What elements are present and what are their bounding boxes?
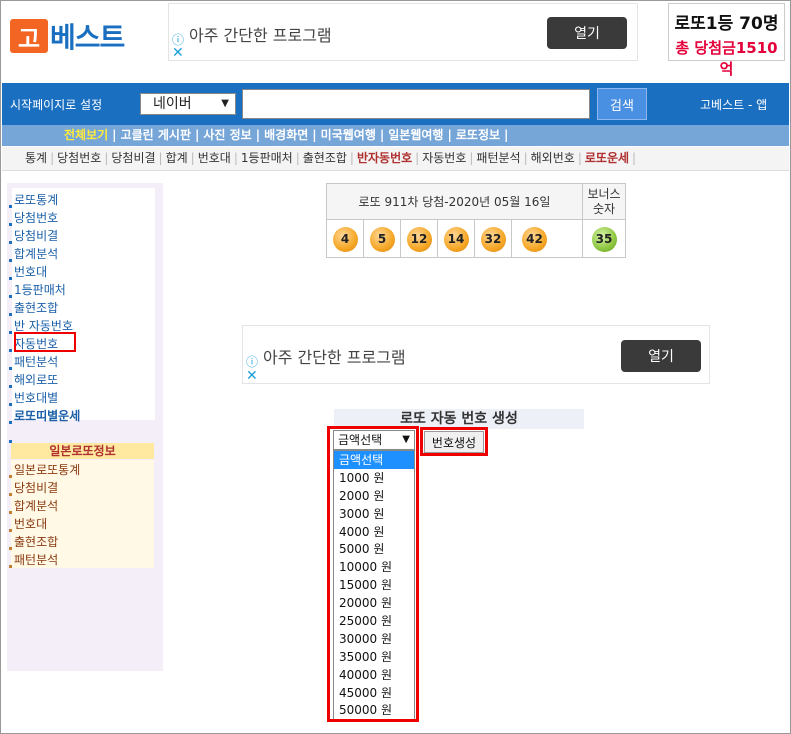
ad-text: 아주 간단한 프로그램: [263, 348, 406, 367]
ball-cell: 14: [438, 220, 475, 258]
menu-item-jp-travel[interactable]: 일본웹여행: [384, 128, 447, 142]
ad-close-icon[interactable]: ✕: [172, 45, 184, 61]
menu-item-wallpaper[interactable]: 배경화면: [260, 128, 312, 142]
ball-cell: 4: [327, 220, 364, 258]
sidebar-jp-stats[interactable]: 일본로또통계: [9, 461, 80, 478]
lotto-ball: 5: [369, 226, 395, 252]
sidebar-jp-sum[interactable]: 합계분석: [9, 497, 58, 514]
submenu-sellers[interactable]: 1등판매처: [238, 151, 296, 165]
chevron-down-icon: ▼: [221, 98, 229, 109]
submenu-ranges[interactable]: 번호대: [195, 151, 234, 165]
submenu-stats[interactable]: 통계: [22, 151, 50, 165]
submenu-sum[interactable]: 합계: [163, 151, 191, 165]
draw-result-table: 로또 911차 당첨-2020년 05월 16일 보너스 숫자 4 5 12 1…: [326, 183, 626, 258]
search-bar: 시작페이지로 설정 네이버 ▼ 검색 고베스트 - 앱: [2, 83, 789, 125]
sidebar-jp-ranges[interactable]: 번호대: [9, 515, 47, 532]
bonus-ball: 35: [591, 226, 617, 252]
menu-item-board[interactable]: 고클린 게시판: [117, 128, 195, 142]
ad-close-icon[interactable]: ✕: [246, 368, 258, 384]
submenu-fortune[interactable]: 로또운세: [582, 151, 632, 165]
generate-button-highlight: [420, 427, 488, 456]
sidebar-item-sellers[interactable]: 1등판매처: [9, 281, 66, 298]
menu-item-photo[interactable]: 사진 정보: [199, 128, 255, 142]
lotto-winner-badge[interactable]: 로또1등 70명 총 당첨금1510억: [668, 3, 785, 78]
app-link[interactable]: 고베스트 - 앱: [700, 96, 767, 113]
sidebar-item-ranges[interactable]: 번호대: [9, 263, 47, 280]
site-logo[interactable]: 고 베스트: [10, 16, 125, 56]
submenu-semi-auto[interactable]: 반자동번호: [354, 151, 415, 165]
jp-lotto-header: 일본로또정보: [11, 443, 154, 459]
sidebar-jp-pattern[interactable]: 패턴분석: [9, 551, 58, 568]
lotto-ball: 14: [443, 226, 469, 252]
submenu-combos[interactable]: 출현조합: [300, 151, 350, 165]
sub-menu: 통계 | 당첨번호 | 당첨비결 | 합계 | 번호대 | 1등판매처 | 출현조합 | 반자동번호 | 자동번…: [2, 147, 789, 171]
lotto-ball: 4: [332, 226, 358, 252]
sidebar-jp-combos[interactable]: 출현조합: [9, 533, 58, 550]
search-input[interactable]: [242, 89, 590, 119]
lotto-ball: 12: [406, 226, 432, 252]
sidebar-item-winning-numbers[interactable]: 당첨번호: [9, 209, 58, 226]
logo-text: 베스트: [50, 21, 125, 54]
submenu-winning-numbers[interactable]: 당첨번호: [54, 151, 104, 165]
sidebar-item-combos[interactable]: 출현조합: [9, 299, 58, 316]
sidebar-jp-tips[interactable]: 당첨비결: [9, 479, 58, 496]
set-start-page-link[interactable]: 시작페이지로 설정: [10, 96, 102, 113]
sidebar-item-pattern[interactable]: 패턴분석: [9, 353, 58, 370]
search-button[interactable]: 검색: [597, 88, 647, 120]
menu-item-all[interactable]: 전체보기: [60, 128, 112, 142]
lotto-ball: 42: [522, 226, 547, 252]
draw-header: 로또 911차 당첨-2020년 05월 16일: [327, 184, 583, 220]
search-engine-select[interactable]: 네이버 ▼: [140, 93, 236, 115]
sidebar-item-sum[interactable]: 합계분석: [9, 245, 58, 262]
ball-cell: 12: [401, 220, 438, 258]
submenu-pattern[interactable]: 패턴분석: [473, 151, 523, 165]
ad-open-button[interactable]: 열기: [547, 17, 627, 49]
sidebar-item-lotto-stats[interactable]: 로또통계: [9, 191, 58, 208]
ball-cell: 5: [364, 220, 401, 258]
bonus-cell: 35: [583, 220, 625, 258]
dropdown-highlight: [327, 426, 419, 722]
badge-line2: 총 당첨금1510억: [675, 39, 778, 78]
submenu-overseas[interactable]: 해외번호: [528, 151, 578, 165]
auto-number-highlight: [14, 332, 76, 352]
ball-cell: 42: [512, 220, 583, 258]
top-ad-banner[interactable]: 아주 간단한 프로그램 열기 ⓘ ✕: [168, 3, 638, 61]
lotto-ball: 32: [480, 226, 506, 252]
main-menu: 전체보기 | 고클린 게시판 | 사진 정보 | 배경화면 | 미국웹여행 | 일본웹여행 | 로또정보…: [2, 125, 789, 146]
sidebar-bullet: [9, 429, 14, 443]
bonus-header: 보너스 숫자: [583, 184, 625, 220]
badge-line1: 로또1등 70명: [674, 14, 779, 34]
ad-text: 아주 간단한 프로그램: [189, 26, 332, 45]
menu-item-us-travel[interactable]: 미국웹여행: [317, 128, 380, 142]
menu-item-lotto-info[interactable]: 로또정보: [452, 128, 504, 142]
submenu-auto[interactable]: 자동번호: [419, 151, 469, 165]
ball-cell: 32: [475, 220, 512, 258]
sidebar-item-zodiac-fortune[interactable]: 로또띠별운세: [9, 407, 80, 424]
sidebar-item-overseas[interactable]: 해외로또: [9, 371, 58, 388]
sidebar-item-tips[interactable]: 당첨비결: [9, 227, 58, 244]
ad-open-button[interactable]: 열기: [621, 340, 701, 372]
submenu-tips[interactable]: 당첨비결: [108, 151, 158, 165]
logo-mark: 고: [10, 19, 48, 53]
sidebar-item-range-groups[interactable]: 번호대별: [9, 389, 58, 406]
search-engine-value: 네이버: [153, 96, 192, 112]
middle-ad-banner[interactable]: 아주 간단한 프로그램 열기 ⓘ ✕: [242, 325, 710, 384]
